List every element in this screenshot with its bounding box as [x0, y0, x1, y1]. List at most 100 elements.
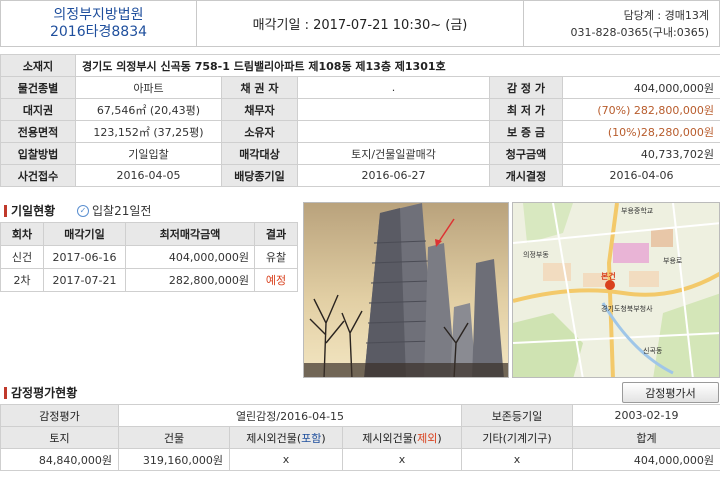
info-value: 2016-04-06 — [561, 164, 720, 187]
deposit: (10%)28,280,000원 — [561, 120, 720, 143]
case-header: 의정부지방법원 2016타경8834 매각기일 : 2017-07-21 10:… — [0, 0, 720, 47]
claim-amount: 40,733,702원 — [561, 142, 720, 165]
column-header: 건물 — [118, 426, 230, 449]
info-value: . — [297, 76, 490, 99]
column-header: 최저매각금액 — [125, 222, 255, 246]
appraisal-header-row: 토지 건물 제시외건물(포함) 제시외건물(제외) 기타(기계기구) 합계 — [0, 426, 720, 449]
section-marker — [4, 386, 7, 399]
info-value — [297, 120, 490, 143]
sale-date-cell: 2017-06-16 — [43, 245, 126, 269]
table-row: 2차 2017-07-21 282,800,000원 예정 — [0, 268, 298, 292]
appraisal-price: 404,000,000원 — [561, 76, 720, 99]
map-label: 부용로 — [663, 257, 683, 265]
appraisal-value-row: 84,840,000원 319,160,000원 x x x 404,000,0… — [0, 448, 720, 471]
info-label: 채무자 — [221, 98, 298, 121]
apartment-photo-image — [304, 203, 508, 377]
appraisal-agency-label: 감정평가 — [0, 404, 119, 427]
bid-countdown: ✓ 입찰21일전 — [77, 202, 151, 219]
other-machinery: x — [461, 448, 573, 471]
info-value — [297, 98, 490, 121]
info-row: 사건접수 2016-04-05 배당종기일 2016-06-27 개시결정 20… — [0, 164, 720, 187]
table-header-row: 회차 매각기일 최저매각금액 결과 — [0, 222, 298, 246]
address-value: 경기도 의정부시 신곡동 758-1 드림밸리아파트 제108동 제13층 제1… — [74, 54, 720, 77]
appraisal-table: 감정평가 열린감정/2016-04-15 보존등기일 2003-02-19 토지… — [0, 404, 720, 471]
column-header: 결과 — [254, 222, 298, 246]
info-label: 대지권 — [0, 98, 76, 121]
property-info-table: 소재지 경기도 의정부시 신곡동 758-1 드림밸리아파트 제108동 제13… — [0, 54, 720, 187]
bid-countdown-text: 입찰21일전 — [92, 204, 152, 218]
property-photo[interactable] — [303, 202, 509, 378]
info-label: 보 증 금 — [489, 120, 563, 143]
check-icon: ✓ — [77, 204, 89, 217]
info-label: 채 권 자 — [221, 76, 298, 99]
appraisal-title: 감정평가현황 — [4, 384, 77, 401]
appraisal-report-button[interactable]: 감정평가서 — [622, 382, 719, 403]
info-row: 전용면적 123,152㎡ (37,25평) 소유자 보 증 금 (10%)28… — [0, 120, 720, 143]
sale-date-cell: 2017-07-21 — [43, 268, 126, 292]
location-map[interactable]: 부용중학교 의정부동 부용로 경기도청북부청사 신곡동 본건 — [512, 202, 720, 378]
minimum-price: (70%) 282,800,000원 — [561, 98, 720, 121]
min-price-cell: 282,800,000원 — [125, 268, 255, 292]
location-pin-icon — [605, 280, 615, 290]
round: 2차 — [0, 268, 44, 292]
column-header: 합계 — [572, 426, 720, 449]
registration-date-value: 2003-02-19 — [572, 404, 720, 427]
department: 담당계 : 경매13계 — [623, 8, 709, 22]
info-value: 기일입찰 — [75, 142, 222, 165]
info-label: 매각대상 — [221, 142, 298, 165]
bid-history-title: 기일현황 — [4, 202, 55, 219]
info-value: 토지/건물일괄매각 — [297, 142, 490, 165]
phone-number: 031-828-0365(구내:0365) — [570, 25, 709, 39]
case-number: 2016타경8834 — [49, 23, 148, 40]
extra-building-excluded: x — [342, 448, 462, 471]
info-label: 입찰방법 — [0, 142, 76, 165]
info-row: 입찰방법 기일입찰 매각대상 토지/건물일괄매각 청구금액 40,733,702… — [0, 142, 720, 165]
map-label: 신곡동 — [643, 346, 663, 355]
map-image: 부용중학교 의정부동 부용로 경기도청북부청사 신곡동 본건 — [513, 203, 719, 377]
info-value: 67,546㎡ (20,43평) — [75, 98, 222, 121]
court-block: 의정부지방법원 2016타경8834 — [1, 1, 197, 46]
info-label: 최 저 가 — [489, 98, 563, 121]
column-header: 제시외건물(제외) — [342, 426, 462, 449]
extra-building-included: x — [229, 448, 343, 471]
min-price-cell: 404,000,000원 — [125, 245, 255, 269]
address-label: 소재지 — [0, 54, 76, 77]
info-label: 감 정 가 — [489, 76, 563, 99]
appraisal-label: 감정평가현황 — [11, 386, 78, 400]
info-value: 123,152㎡ (37,25평) — [75, 120, 222, 143]
map-label: 경기도청북부청사 — [601, 304, 653, 313]
appraisal-agency-value: 열린감정/2016-04-15 — [118, 404, 462, 427]
info-label: 사건접수 — [0, 164, 76, 187]
map-label: 의정부동 — [523, 250, 549, 259]
map-marker-label: 본건 — [601, 271, 616, 281]
info-row: 대지권 67,546㎡ (20,43평) 채무자 최 저 가 (70%) 282… — [0, 98, 720, 121]
column-header: 매각기일 — [43, 222, 126, 246]
info-label: 청구금액 — [489, 142, 563, 165]
result-cell: 유찰 — [254, 245, 298, 269]
map-label: 부용중학교 — [621, 206, 654, 215]
registration-date-label: 보존등기일 — [461, 404, 573, 427]
info-value: 2016-04-05 — [75, 164, 222, 187]
round: 신건 — [0, 245, 44, 269]
land-value: 84,840,000원 — [0, 448, 119, 471]
column-header: 토지 — [0, 426, 119, 449]
bid-history-table: 회차 매각기일 최저매각금액 결과 신건 2017-06-16 404,000,… — [0, 222, 298, 292]
info-label: 소유자 — [221, 120, 298, 143]
column-header: 회차 — [0, 222, 44, 246]
info-value: 2016-06-27 — [297, 164, 490, 187]
table-row: 신건 2017-06-16 404,000,000원 유찰 — [0, 245, 298, 269]
info-label: 개시결정 — [489, 164, 563, 187]
address-row: 소재지 경기도 의정부시 신곡동 758-1 드림밸리아파트 제108동 제13… — [0, 54, 720, 77]
result-cell: 예정 — [254, 268, 298, 292]
total-value: 404,000,000원 — [572, 448, 720, 471]
info-label: 배당종기일 — [221, 164, 298, 187]
building-value: 319,160,000원 — [118, 448, 230, 471]
column-header: 기타(기계기구) — [461, 426, 573, 449]
court-name: 의정부지방법원 — [53, 6, 144, 23]
bid-history-label: 기일현황 — [11, 204, 56, 218]
sale-date: 매각기일 : 2017-07-21 10:30~ (금) — [252, 18, 468, 33]
info-row: 물건종별 아파트 채 권 자 . 감 정 가 404,000,000원 — [0, 76, 720, 99]
info-label: 물건종별 — [0, 76, 76, 99]
section-marker — [4, 204, 7, 217]
column-header: 제시외건물(포함) — [229, 426, 343, 449]
